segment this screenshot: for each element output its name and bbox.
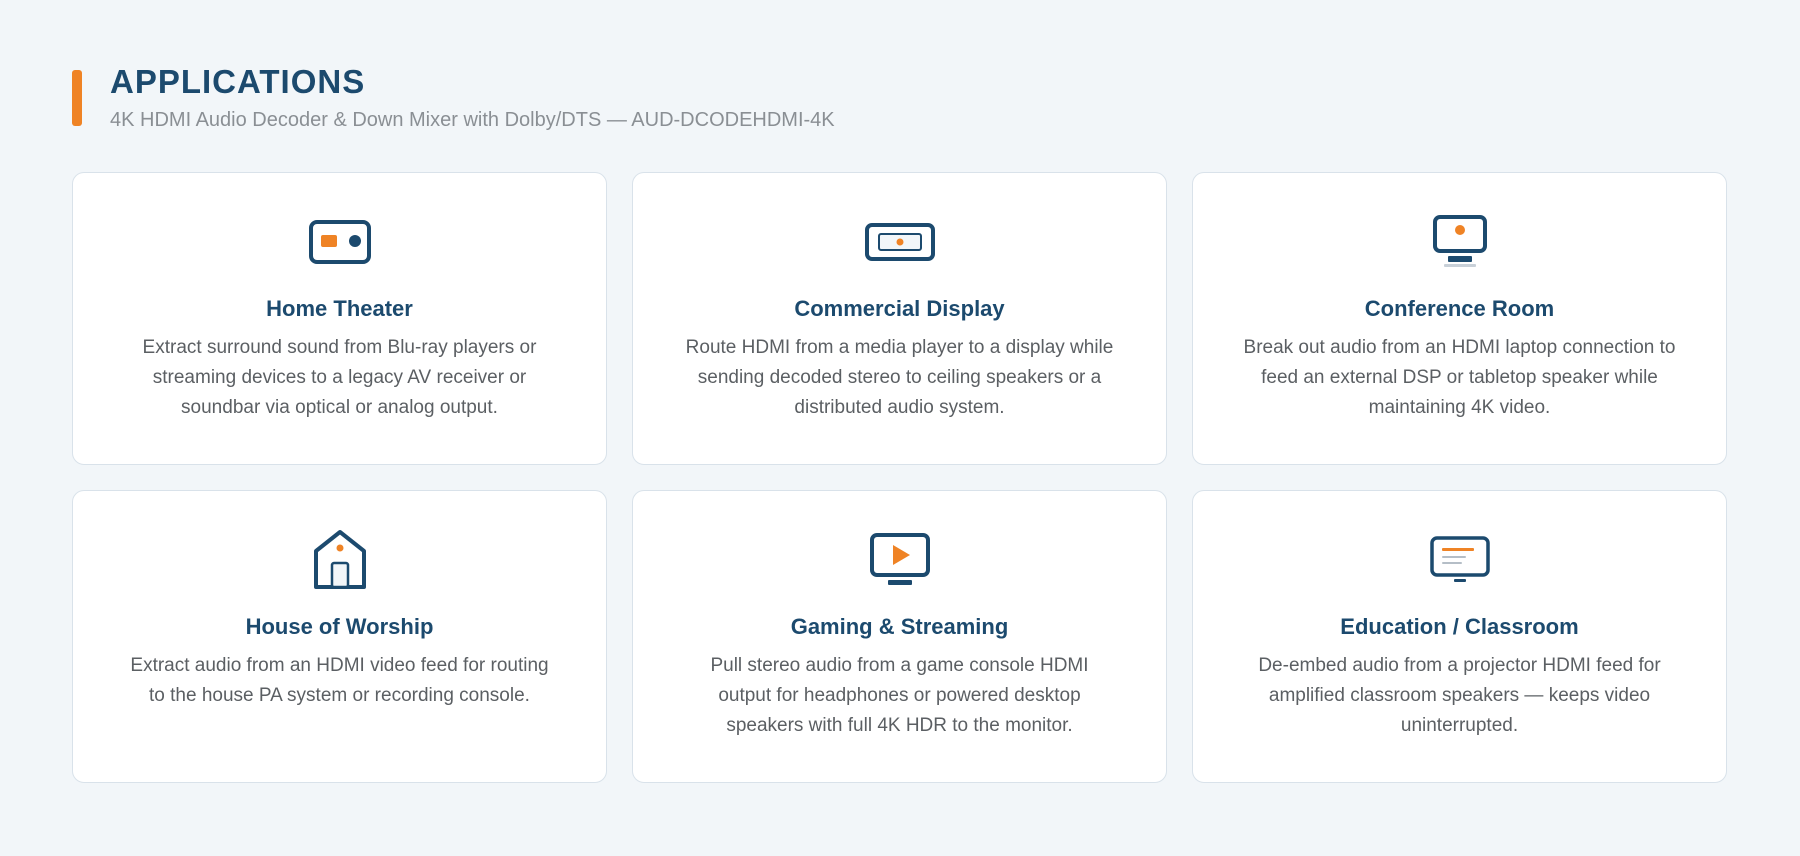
- house-icon: [304, 529, 376, 591]
- display-panel-icon: [864, 211, 936, 273]
- card-title: Gaming & Streaming: [790, 614, 1009, 639]
- page: APPLICATIONS 4K HDMI Audio Decoder & Dow…: [0, 0, 1800, 856]
- card-description: Extract surround sound from Blu-ray play…: [142, 337, 537, 418]
- accent-bar: [72, 70, 82, 126]
- page-title: APPLICATIONS: [110, 63, 366, 100]
- card-description: De-embed audio from a projector HDMI fee…: [1258, 655, 1661, 736]
- card-house-of-worship: House of Worship Extract audio from an H…: [72, 490, 607, 783]
- header-text: APPLICATIONS 4K HDMI Audio Decoder & Dow…: [110, 62, 835, 134]
- section-header: APPLICATIONS 4K HDMI Audio Decoder & Dow…: [72, 62, 835, 134]
- card-title: Commercial Display: [794, 296, 1005, 321]
- card-description: Route HDMI from a media player to a disp…: [685, 337, 1114, 418]
- card-description: Extract audio from an HDMI video feed fo…: [130, 655, 549, 706]
- card-description: Break out audio from an HDMI laptop conn…: [1243, 337, 1676, 418]
- card-title: House of Worship: [245, 614, 434, 639]
- receiver-icon: [304, 211, 376, 273]
- card-title: Conference Room: [1364, 296, 1555, 321]
- card-title: Education / Classroom: [1340, 614, 1579, 639]
- card-gaming-streaming: Gaming & Streaming Pull stereo audio fro…: [632, 490, 1167, 783]
- card-home-theater: Home Theater Extract surround sound from…: [72, 172, 607, 465]
- card-title: Home Theater: [266, 296, 413, 321]
- card-conference-room: Conference Room Break out audio from an …: [1192, 172, 1727, 465]
- page-subtitle: 4K HDMI Audio Decoder & Down Mixer with …: [110, 109, 835, 131]
- monitor-icon: [1424, 211, 1496, 273]
- play-screen-icon: [864, 529, 936, 591]
- applications-grid: Home Theater Extract surround sound from…: [72, 172, 1727, 783]
- presentation-screen-icon: [1424, 529, 1496, 591]
- card-commercial-display: Commercial Display Route HDMI from a med…: [632, 172, 1167, 465]
- card-description: Pull stereo audio from a game console HD…: [710, 655, 1089, 736]
- card-education-classroom: Education / Classroom De-embed audio fro…: [1192, 490, 1727, 783]
